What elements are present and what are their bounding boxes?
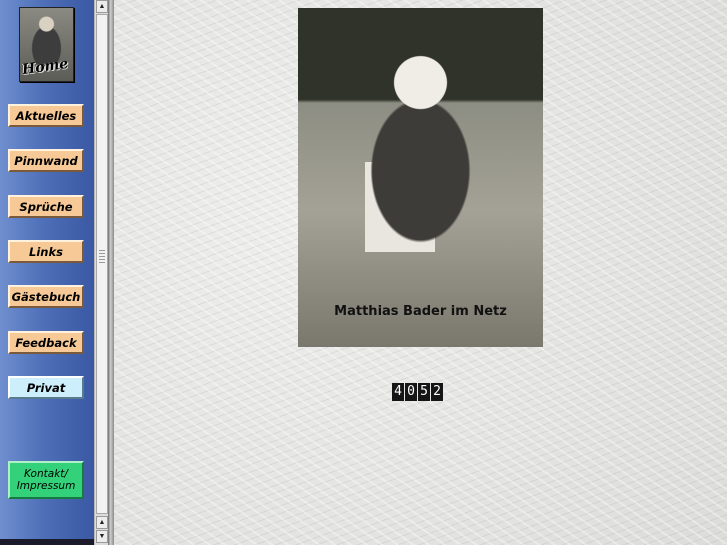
counter-digit: 0 bbox=[405, 383, 417, 401]
kontakt-label-line1: Kontakt/ bbox=[24, 468, 68, 480]
nav-bottom-strip bbox=[0, 539, 94, 545]
left-navigation-frame: Home Aktuelles Pinnwand Sprüche Links Gä… bbox=[0, 0, 94, 545]
counter-digit: 5 bbox=[418, 383, 430, 401]
photo-caption: Matthias Bader im Netz bbox=[334, 304, 507, 319]
arrow-down-icon: ▼ bbox=[98, 533, 106, 540]
scrollbar-thumb[interactable] bbox=[96, 14, 108, 514]
home-button[interactable]: Home bbox=[19, 7, 74, 82]
scroll-down-button[interactable]: ▼ bbox=[96, 530, 108, 543]
nav-button-privat[interactable]: Privat bbox=[8, 376, 84, 399]
nav-button-aktuelles[interactable]: Aktuelles bbox=[8, 104, 84, 127]
main-content-frame: Matthias Bader im Netz 4 0 5 2 bbox=[114, 0, 727, 545]
main-photo: Matthias Bader im Netz bbox=[298, 8, 543, 347]
nav-button-gaestebuch[interactable]: Gästebuch bbox=[8, 285, 84, 308]
nav-button-feedback[interactable]: Feedback bbox=[8, 331, 84, 354]
nav-button-kontakt-impressum[interactable]: Kontakt/ Impressum bbox=[8, 461, 84, 499]
kontakt-label-line2: Impressum bbox=[16, 480, 76, 492]
nav-button-pinnwand[interactable]: Pinnwand bbox=[8, 149, 84, 172]
nav-button-sprueche[interactable]: Sprüche bbox=[8, 195, 84, 218]
counter-digit: 2 bbox=[431, 383, 443, 401]
arrow-up-icon: ▲ bbox=[98, 519, 106, 526]
arrow-up-icon: ▲ bbox=[98, 3, 106, 10]
nav-button-links[interactable]: Links bbox=[8, 240, 84, 263]
nav-scrollbar[interactable]: ▲ ▲ ▼ bbox=[94, 0, 108, 545]
counter-digit: 4 bbox=[392, 383, 404, 401]
visitor-counter: 4 0 5 2 bbox=[392, 383, 443, 401]
scroll-up-button-bottom[interactable]: ▲ bbox=[96, 516, 108, 529]
grip-icon bbox=[99, 250, 105, 264]
scroll-up-button[interactable]: ▲ bbox=[96, 0, 108, 13]
